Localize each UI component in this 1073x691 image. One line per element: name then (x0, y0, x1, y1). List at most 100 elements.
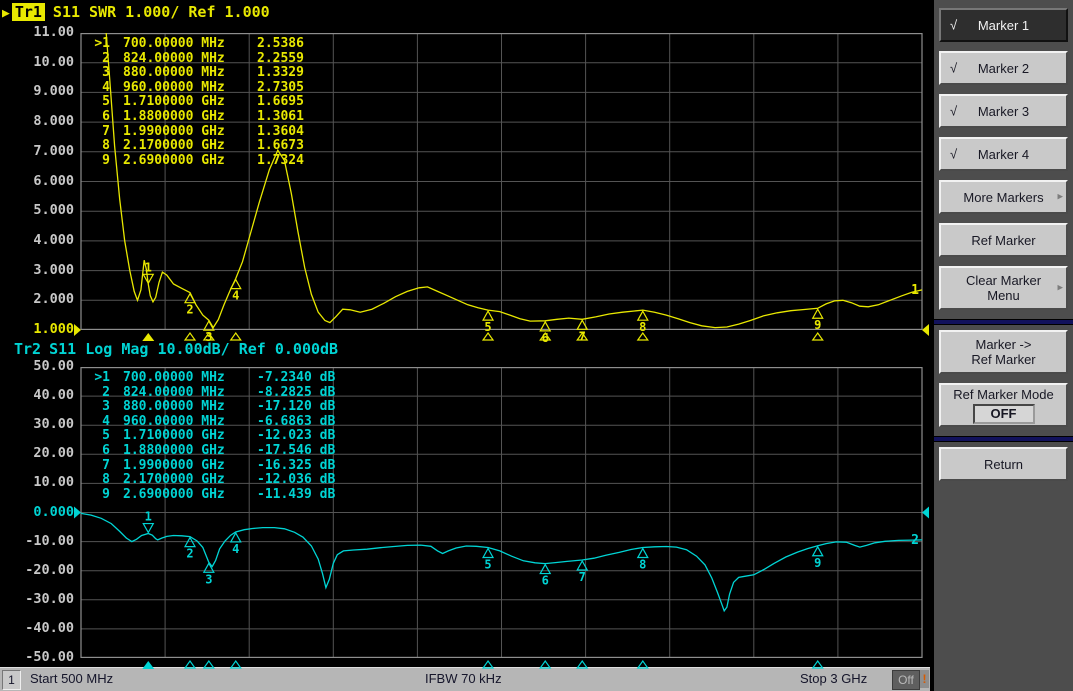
svg-text:2: 2 (186, 547, 193, 561)
menu-button-label: Marker -> Ref Marker (971, 337, 1035, 367)
menu-button-label: Return (984, 457, 1023, 472)
menu-button-more-markers[interactable]: More Markers▸ (939, 180, 1068, 214)
y-axis-label: 5.000 (0, 202, 74, 218)
marker-val: -8.2825 dB (257, 386, 335, 401)
vna-screen: ▶Tr1S11 SWR 1.000/ Ref 1.000 11.0010.009… (0, 0, 930, 667)
y-axis-label: 4.000 (0, 232, 74, 248)
svg-text:7: 7 (579, 570, 586, 584)
ref-level-arrow-right (922, 507, 929, 519)
y-axis-label: 7.000 (0, 143, 74, 159)
menu-button-label: Ref Marker Mode (953, 387, 1053, 402)
menu-button-label: Marker 1 (978, 18, 1029, 33)
svg-text:3: 3 (205, 572, 212, 586)
vna-application: ▶Tr1S11 SWR 1.000/ Ref 1.000 11.0010.009… (0, 0, 1073, 691)
y-axis-label: -20.00 (0, 562, 74, 578)
active-trace-arrow-icon: ▶ (2, 6, 10, 21)
marker-table-row: 4960.00000 MHz2.7305 (88, 81, 304, 96)
marker-val: 2.7305 (257, 81, 304, 96)
y-axis-label: -30.00 (0, 591, 74, 607)
marker-val: -16.325 dB (257, 459, 335, 474)
trace1-header: ▶Tr1S11 SWR 1.000/ Ref 1.000 (2, 3, 270, 21)
trace-end-label: 2 (911, 533, 919, 548)
marker-num: 2 (88, 52, 110, 67)
menu-button-marker-ref-marker[interactable]: Marker -> Ref Marker (939, 330, 1068, 374)
checkmark-icon: √ (950, 61, 957, 76)
submenu-arrow-icon: ▸ (1057, 281, 1063, 296)
marker-freq: 1.8800000 GHz (123, 444, 241, 459)
marker-freq: 880.00000 MHz (123, 66, 241, 81)
trace2-name: Tr2 (14, 340, 41, 358)
marker-val: 1.6695 (257, 95, 304, 110)
marker-val: 1.3329 (257, 66, 304, 81)
svg-text:9: 9 (814, 556, 821, 570)
menu-separator (934, 436, 1073, 442)
y-axis-label: 0.000 (0, 504, 74, 520)
marker-freq: 824.00000 MHz (123, 386, 241, 401)
alert-indicator: ! (920, 670, 929, 688)
menu-button-ref-marker[interactable]: Ref Marker (939, 223, 1068, 257)
softkey-menu: √Marker 1√Marker 2√Marker 3√Marker 4More… (930, 0, 1073, 691)
marker-num: 7 (88, 125, 110, 140)
svg-text:8: 8 (639, 558, 646, 572)
marker-val: 1.3061 (257, 110, 304, 125)
y-axis-label: 1.000 (0, 321, 74, 337)
submenu-arrow-icon: ▸ (1057, 190, 1063, 205)
marker-num: 4 (88, 415, 110, 430)
checkmark-icon: √ (950, 104, 957, 119)
marker-table-row: 2824.00000 MHz-8.2825 dB (88, 386, 335, 401)
trace1-marker-table: >1700.00000 MHz2.53862824.00000 MHz2.255… (88, 37, 304, 168)
marker-num: >1 (88, 37, 110, 52)
ref-level-arrow-left (74, 324, 81, 336)
marker-freq: 700.00000 MHz (123, 371, 241, 386)
y-axis-label: 10.00 (0, 54, 74, 70)
checkmark-icon: √ (950, 18, 957, 33)
marker-num: 5 (88, 429, 110, 444)
marker-freq: 700.00000 MHz (123, 37, 241, 52)
marker-val: 2.2559 (257, 52, 304, 67)
marker-table-row: 71.9900000 GHz1.3604 (88, 125, 304, 140)
marker-val: -12.023 dB (257, 429, 335, 444)
menu-button-label: Clear Marker Menu (966, 273, 1041, 303)
trigger-off-indicator: Off (892, 670, 920, 690)
svg-text:1: 1 (145, 260, 152, 274)
y-axis-label: 2.000 (0, 291, 74, 307)
trace2-marker-table: >1700.00000 MHz-7.2340 dB2824.00000 MHz-… (88, 371, 335, 502)
y-axis-label: 8.000 (0, 113, 74, 129)
menu-button-label: Ref Marker (971, 233, 1035, 248)
stop-frequency-label: Stop 3 GHz (800, 671, 867, 686)
y-axis-label: 3.000 (0, 262, 74, 278)
menu-button-return[interactable]: Return (939, 447, 1068, 481)
marker-table-row: >1700.00000 MHz2.5386 (88, 37, 304, 52)
svg-text:6: 6 (542, 574, 549, 588)
y-axis-label: 9.000 (0, 83, 74, 99)
menu-button-label: Marker 2 (978, 61, 1029, 76)
marker-table-row: 51.7100000 GHz-12.023 dB (88, 429, 335, 444)
marker-num: 6 (88, 444, 110, 459)
marker-freq: 2.6900000 GHz (123, 488, 241, 503)
y-axis-label: -50.00 (0, 649, 74, 665)
y-axis-label: 20.00 (0, 445, 74, 461)
svg-text:2: 2 (186, 303, 193, 317)
marker-num: 4 (88, 81, 110, 96)
y-axis-label: 40.00 (0, 387, 74, 403)
menu-button-marker-2[interactable]: √ Marker 2 (939, 51, 1068, 85)
y-axis-label: 10.00 (0, 474, 74, 490)
marker-num: 7 (88, 459, 110, 474)
marker-num: 9 (88, 154, 110, 169)
menu-button-label: Marker 4 (978, 147, 1029, 162)
menu-button-value: OFF (973, 404, 1035, 424)
marker-num: 6 (88, 110, 110, 125)
ref-level-arrow-right (922, 324, 929, 336)
menu-button-marker-4[interactable]: √Marker 4 (939, 137, 1068, 171)
ref-level-arrow-left (74, 507, 81, 519)
marker-val: 1.7324 (257, 154, 304, 169)
menu-button-ref-marker-mode[interactable]: Ref Marker Mode OFF (939, 383, 1068, 427)
menu-button-marker-3[interactable]: √Marker 3 (939, 94, 1068, 128)
menu-button-marker-1[interactable]: √ Marker 1 (939, 8, 1068, 42)
marker-freq: 2.1700000 GHz (123, 473, 241, 488)
y-axis-label: 50.00 (0, 358, 74, 374)
marker-freq: 1.8800000 GHz (123, 110, 241, 125)
marker-table-row: 6 1.8800000 GHz 1.3061 (88, 110, 304, 125)
marker-val: 1.3604 (257, 125, 304, 140)
menu-button-clear-marker-menu[interactable]: Clear Marker Menu ▸ (939, 266, 1068, 310)
